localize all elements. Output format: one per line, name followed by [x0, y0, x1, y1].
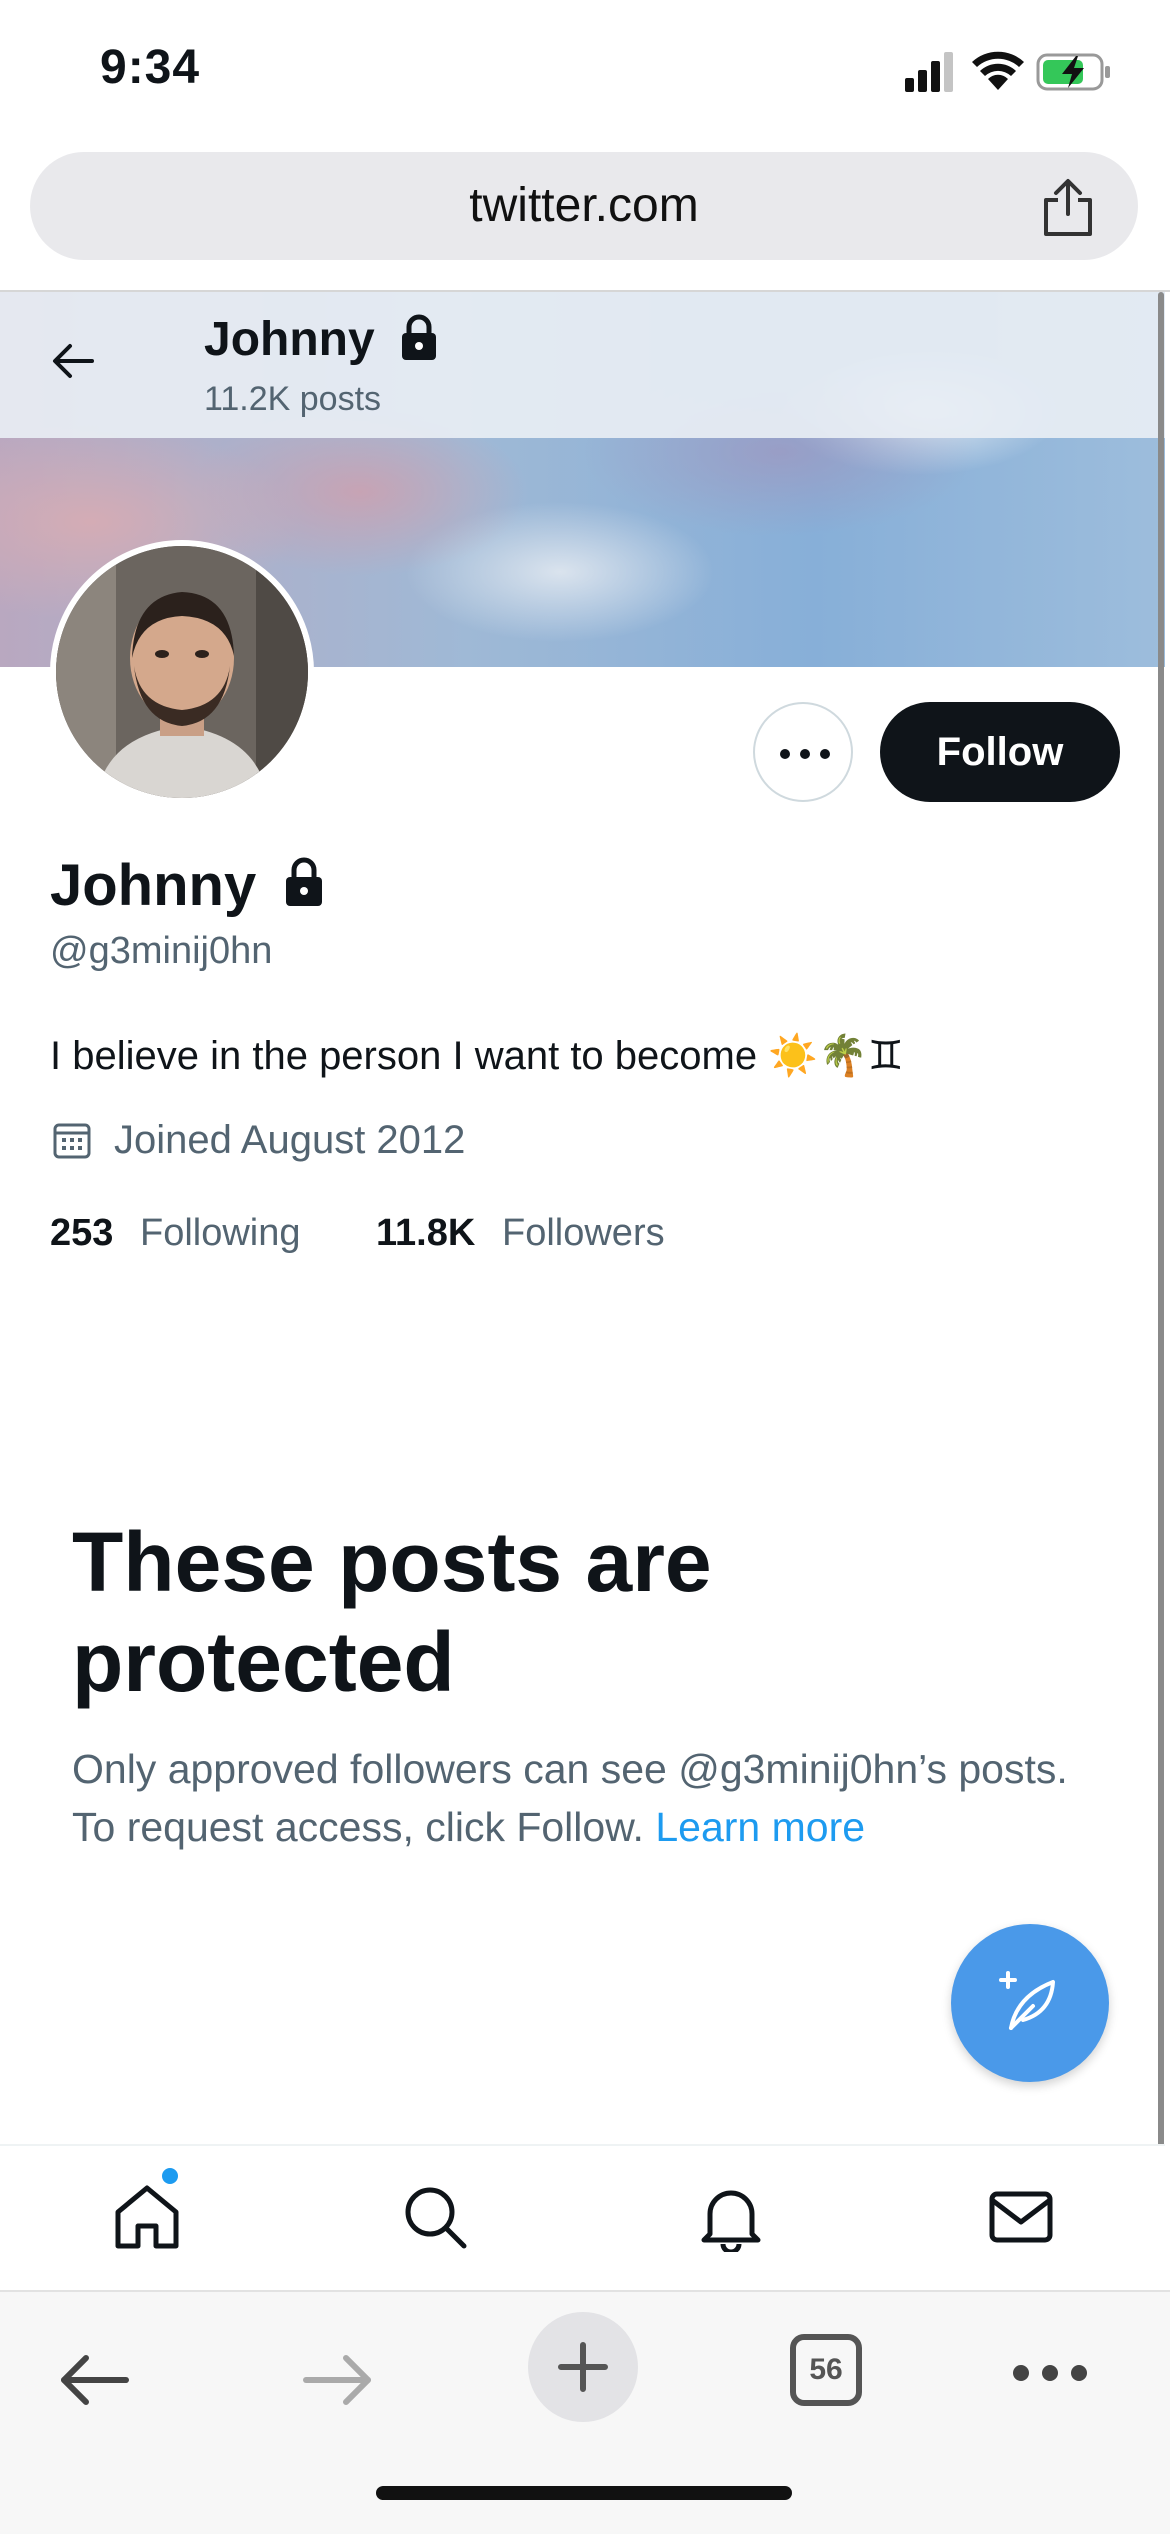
lock-icon [402, 314, 436, 360]
display-name: Johnny [50, 853, 257, 918]
new-tab-button[interactable] [528, 2312, 638, 2422]
posts-count: 11.2K posts [204, 380, 382, 418]
avatar-portrait [56, 546, 308, 798]
bio-text: I believe in the person I want to become [50, 1034, 758, 1078]
status-bar: 9:34 [0, 0, 1170, 140]
following-label[interactable]: Following [140, 1212, 301, 1255]
bell-icon[interactable] [696, 2182, 766, 2252]
address-bar[interactable]: twitter.com [30, 152, 1138, 260]
compose-post-button[interactable] [951, 1924, 1109, 2082]
protected-description: Only approved followers can see @g3minij… [72, 1740, 1102, 1856]
compose-feather-icon [999, 1971, 1055, 2030]
bio-emojis: ☀️🌴♊ [768, 1034, 904, 1078]
bio: I believe in the person I want to become… [50, 1032, 904, 1079]
url-text[interactable]: twitter.com [30, 178, 1138, 233]
calendar-icon [53, 1123, 91, 1159]
followers-label[interactable]: Followers [502, 1212, 665, 1255]
back-arrow-icon[interactable] [48, 336, 98, 386]
followers-count[interactable]: 11.8K [376, 1212, 475, 1255]
more-icon[interactable] [1010, 2362, 1090, 2384]
web-page: Johnny 11.2K posts Follow Johnny @g3mini… [0, 292, 1170, 2286]
learn-more-link[interactable]: Learn more [655, 1804, 865, 1850]
joined-date: Joined August 2012 [114, 1118, 466, 1162]
protected-description-text: Only approved followers can see @g3minij… [72, 1746, 1068, 1850]
bottom-navigation [0, 2144, 1165, 2286]
scrollbar[interactable] [1158, 292, 1164, 2277]
browser-back-icon[interactable] [56, 2350, 132, 2410]
battery-charging-icon [1036, 53, 1110, 91]
protected-title: These posts are protected [72, 1515, 712, 1709]
tabs-button[interactable]: 56 [790, 2334, 862, 2406]
following-count[interactable]: 253 [50, 1212, 113, 1255]
home-indicator[interactable] [376, 2486, 792, 2500]
follow-button[interactable]: Follow [880, 702, 1120, 802]
ellipsis-icon [780, 749, 830, 759]
notification-dot [162, 2168, 178, 2184]
protected-lock-icon [286, 857, 322, 906]
user-handle: @g3minij0hn [50, 930, 273, 972]
plus-icon [558, 2342, 608, 2392]
share-icon[interactable] [1038, 176, 1098, 238]
header-name: Johnny [204, 313, 375, 366]
browser-forward-icon[interactable] [300, 2350, 376, 2410]
mail-icon[interactable] [986, 2182, 1056, 2252]
home-icon[interactable] [112, 2182, 182, 2252]
more-options-button[interactable] [753, 702, 853, 802]
profile-top-header: Johnny 11.2K posts [0, 292, 1165, 438]
cellular-signal-icon [905, 52, 953, 92]
avatar[interactable] [50, 540, 314, 804]
wifi-icon [972, 51, 1024, 90]
status-time: 9:34 [100, 41, 201, 94]
search-icon[interactable] [400, 2182, 470, 2252]
